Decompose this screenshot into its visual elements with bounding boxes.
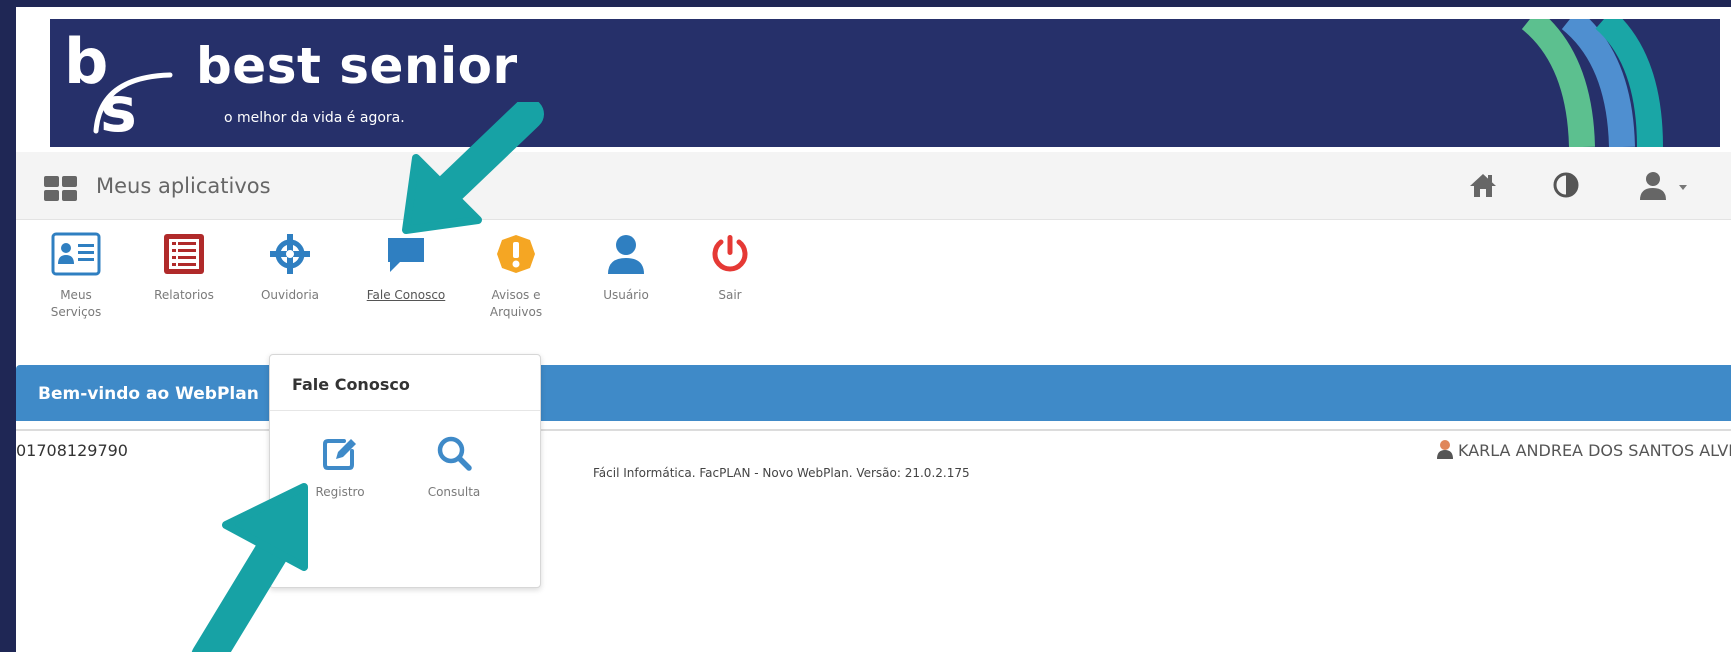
caret-down-icon[interactable] [1678, 184, 1688, 192]
my-apps-label[interactable]: Meus aplicativos [96, 174, 271, 198]
user-name: KARLA ANDREA DOS SANTOS ALVES [1458, 441, 1731, 460]
app-label: Arquivos [489, 305, 543, 319]
app-window: b s best senior o melhor da vida é agora… [16, 7, 1731, 652]
user-avatar-icon [1437, 440, 1453, 459]
app-label: Meus [60, 288, 92, 302]
dropdown-divider [270, 410, 540, 411]
app-label: Usuário [603, 288, 649, 302]
app-relatorios[interactable]: Relatorios [134, 225, 234, 304]
dropdown-title: Fale Conosco [292, 375, 410, 394]
app-label: Sair [718, 288, 742, 302]
welcome-text: Bem-vindo ao WebPlan [38, 384, 259, 404]
version-text: Fácil Informática. FacPLAN - Novo WebPla… [593, 466, 970, 480]
best-senior-logo-icon: b s [64, 27, 173, 139]
app-label: Serviços [50, 305, 102, 319]
app-label: Relatorios [154, 288, 214, 302]
consulta-item[interactable]: Consulta [404, 433, 504, 499]
app-usuario[interactable]: Usuário [576, 225, 676, 304]
power-icon [712, 235, 748, 272]
pointer-arrow-icon [402, 102, 544, 234]
brand-banner: b s best senior o melhor da vida é agora… [50, 19, 1720, 147]
app-ouvidoria[interactable]: Ouvidoria [240, 225, 340, 304]
app-label: Avisos e [491, 288, 541, 302]
contrast-icon[interactable] [1551, 170, 1581, 200]
edit-icon [323, 439, 356, 470]
crosshair-icon [270, 234, 310, 274]
pointer-arrow-icon [191, 483, 308, 652]
apps-grid-icon[interactable] [44, 176, 78, 202]
brand-name: best senior [196, 37, 518, 95]
app-meus-servicos[interactable]: Meus Serviços [26, 225, 126, 321]
decorative-stripes-icon [1521, 19, 1663, 147]
id-card-icon [51, 232, 101, 276]
app-sair[interactable]: Sair [680, 225, 780, 304]
home-icon[interactable] [1468, 170, 1498, 200]
search-icon [437, 436, 472, 471]
app-label: Ouvidoria [260, 288, 320, 302]
user-menu-icon[interactable] [1638, 170, 1668, 202]
top-navbar: Meus aplicativos [16, 152, 1731, 220]
app-label: Fale Conosco [366, 288, 446, 302]
user-icon [608, 235, 644, 274]
user-code: 01708129790 [16, 441, 128, 460]
logged-user: KARLA ANDREA DOS SANTOS ALVES [1436, 439, 1731, 460]
consulta-label: Consulta [427, 485, 481, 499]
list-report-icon [164, 234, 204, 274]
brand-tagline: o melhor da vida é agora. [224, 110, 405, 126]
